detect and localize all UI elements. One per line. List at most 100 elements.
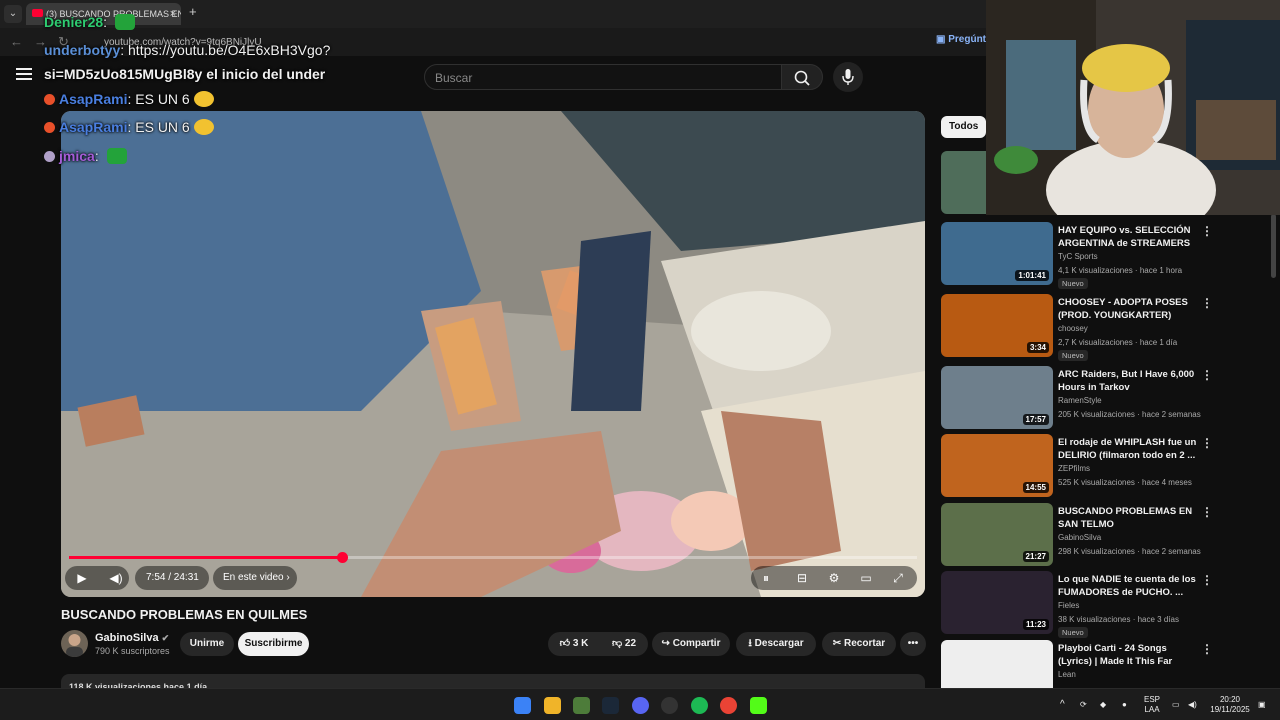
chat-message: Denier28:	[44, 14, 135, 30]
more-actions-button[interactable]: •••	[900, 632, 926, 656]
video-thumbnail: 17:57	[941, 366, 1053, 429]
video-title: HAY EQUIPO vs. SELECCIÓN ARGENTINA de ST…	[1058, 225, 1191, 249]
kick-icon[interactable]	[750, 697, 767, 714]
video-title: Playboi Carti - 24 Songs (Lyrics) | Made…	[1058, 643, 1173, 667]
screen: ⌄ (3) BUSCANDO PROBLEMAS EN × + ← → ↻ yo…	[0, 0, 1280, 720]
like-button[interactable]: 👍︎ 3 K	[548, 632, 600, 656]
more-options-icon[interactable]: ⋮	[1201, 436, 1213, 450]
channel-name: Fieles	[1058, 601, 1080, 610]
tray-shield-icon[interactable]: ◆	[1100, 700, 1106, 710]
video-thumbnail: 21:27	[941, 503, 1053, 566]
subscriber-count: 790 K suscriptores	[95, 646, 170, 656]
tab-search-button[interactable]: ⌄	[4, 5, 22, 23]
recommendation-item[interactable]: 21:27 BUSCANDO PROBLEMAS EN SAN TELMO Gabi…	[941, 503, 1271, 567]
recommendation-item[interactable]: 17:57 ARC Raiders, But I Have 6,000 Hours…	[941, 366, 1271, 430]
channel-name: RamenStyle	[1058, 396, 1102, 405]
search-input[interactable]: Buscar	[424, 64, 782, 90]
search-button[interactable]	[781, 64, 823, 90]
download-button[interactable]: ⭳ Descargar	[736, 632, 816, 656]
channel-name[interactable]: GabinoSilva ✔	[95, 632, 169, 644]
video-title: CHOOSEY - ADOPTA POSES (PROD. YOUNGKARTE…	[1058, 297, 1188, 321]
chat-badge-icon	[44, 151, 55, 162]
chat-username: AsapRami	[59, 91, 128, 107]
chat-message: AsapRami: ES UN 6	[44, 91, 214, 107]
ask-gemini-button[interactable]: ▣ Pregúnt	[936, 34, 986, 45]
ask-icon: ▣	[936, 34, 949, 45]
back-arrow-icon[interactable]: ←	[10, 34, 23, 49]
new-tab-button[interactable]: +	[189, 4, 197, 19]
channel-name: choosey	[1058, 324, 1088, 333]
fullscreen-icon[interactable]: ⤢	[889, 569, 907, 587]
video-title: BUSCANDO PROBLEMAS EN SAN TELMO	[1058, 506, 1193, 530]
obs-icon[interactable]	[661, 697, 678, 714]
minecraft-icon[interactable]	[573, 697, 590, 714]
search-icon	[794, 70, 810, 86]
more-options-icon[interactable]: ⋮	[1201, 296, 1213, 310]
chrome-icon[interactable]	[720, 697, 737, 714]
file-explorer-icon[interactable]	[544, 697, 561, 714]
recommendation-item[interactable]: 11:23 Lo que NADIE te cuenta de los FUMAD…	[941, 571, 1271, 638]
more-options-icon[interactable]: ⋮	[1201, 368, 1213, 382]
recommendation-item[interactable]: 3:34 CHOOSEY - ADOPTA POSES (PROD. YOUNGK…	[941, 294, 1271, 361]
chat-emote-icon	[114, 14, 135, 30]
spotify-icon[interactable]	[691, 697, 708, 714]
discord-icon[interactable]	[632, 697, 649, 714]
network-icon[interactable]: ▭	[1172, 700, 1180, 710]
video-meta: 2,7 K visualizaciones · hace 1 día	[1058, 338, 1178, 347]
chat-emote-icon	[193, 91, 214, 107]
filter-chip-all[interactable]: Todos	[941, 116, 987, 138]
recommendation-item[interactable]: 14:55 El rodaje de WHIPLASH fue un DELIRI…	[941, 434, 1271, 498]
recommendation-item[interactable]: 1:01:41 HAY EQUIPO vs. SELECCIÓN ARGENTIN…	[941, 222, 1271, 289]
video-thumbnail: 11:23	[941, 571, 1053, 634]
volume-tray-icon[interactable]: ◀)	[1188, 700, 1197, 710]
chat-username: underbotyy	[44, 42, 121, 58]
voice-search-button[interactable]	[833, 62, 863, 92]
settings-gear-icon[interactable]: ⚙	[825, 569, 843, 587]
clock[interactable]: 20:20 19/11/2025	[1206, 695, 1254, 715]
channel-avatar[interactable]	[61, 630, 88, 657]
tray-chevron-icon[interactable]: ^	[1060, 700, 1065, 710]
miniplayer-icon[interactable]: ▭	[857, 569, 875, 587]
video-meta: 298 K visualizaciones · hace 2 semanas	[1058, 547, 1201, 556]
in-this-video-button[interactable]: En este video ›	[223, 572, 290, 583]
volume-icon[interactable]: ◀)	[107, 569, 125, 587]
share-button[interactable]: ↪ Compartir	[652, 632, 730, 656]
scissors-icon: ✂	[832, 638, 842, 649]
more-options-icon[interactable]: ⋮	[1201, 573, 1213, 587]
chat-text: ES UN 6	[135, 91, 190, 107]
more-options-icon[interactable]: ⋮	[1201, 642, 1213, 656]
video-title: ARC Raiders, But I Have 6,000 Hours in T…	[1058, 369, 1195, 393]
more-options-icon[interactable]: ⋮	[1201, 505, 1213, 519]
join-button[interactable]: Unirme	[180, 632, 234, 656]
subtitles-icon[interactable]: ⊟	[793, 569, 811, 587]
chat-emote-icon	[193, 119, 214, 135]
tray-mic-icon[interactable]: ●	[1122, 700, 1127, 710]
tray-sync-icon[interactable]: ⟳	[1080, 700, 1087, 710]
progress-bar[interactable]	[69, 552, 917, 563]
channel-name: GabinoSilva	[1058, 533, 1102, 542]
dislike-button[interactable]: 👎︎ 22	[600, 632, 648, 656]
menu-icon[interactable]	[16, 68, 32, 82]
youtube-favicon-icon	[32, 9, 43, 17]
share-icon: ↪	[661, 638, 670, 649]
steam-icon[interactable]	[602, 697, 619, 714]
chat-username: AsapRami	[59, 119, 128, 135]
microphone-icon	[842, 69, 854, 85]
thumbs-up-icon: 👍︎	[559, 638, 571, 649]
clip-button[interactable]: ✂ Recortar	[822, 632, 896, 656]
progress-fill	[69, 556, 343, 559]
chat-message: jmica:	[44, 148, 127, 164]
sidebar-scrollbar[interactable]	[1271, 214, 1276, 278]
play-icon[interactable]: ▶	[73, 569, 91, 587]
autoplay-toggle-icon[interactable]: ⏸	[757, 569, 775, 587]
more-options-icon[interactable]: ⋮	[1201, 224, 1213, 238]
language-indicator[interactable]: ESP LAA	[1140, 695, 1164, 715]
progress-scrubber[interactable]	[337, 552, 349, 563]
windows-start-icon[interactable]	[514, 697, 531, 714]
subscribe-button[interactable]: Suscribirme	[238, 632, 309, 656]
tab-close-icon[interactable]: ×	[170, 3, 176, 25]
video-player[interactable]: ▶ ◀) 7:54 / 24:31 En este video › ⏸ ⊟ ⚙ …	[61, 111, 925, 597]
video-title: BUSCANDO PROBLEMAS EN QUILMES	[61, 607, 308, 622]
notifications-icon[interactable]: ▣	[1258, 700, 1266, 710]
channel-name: ZEPfilms	[1058, 464, 1090, 473]
